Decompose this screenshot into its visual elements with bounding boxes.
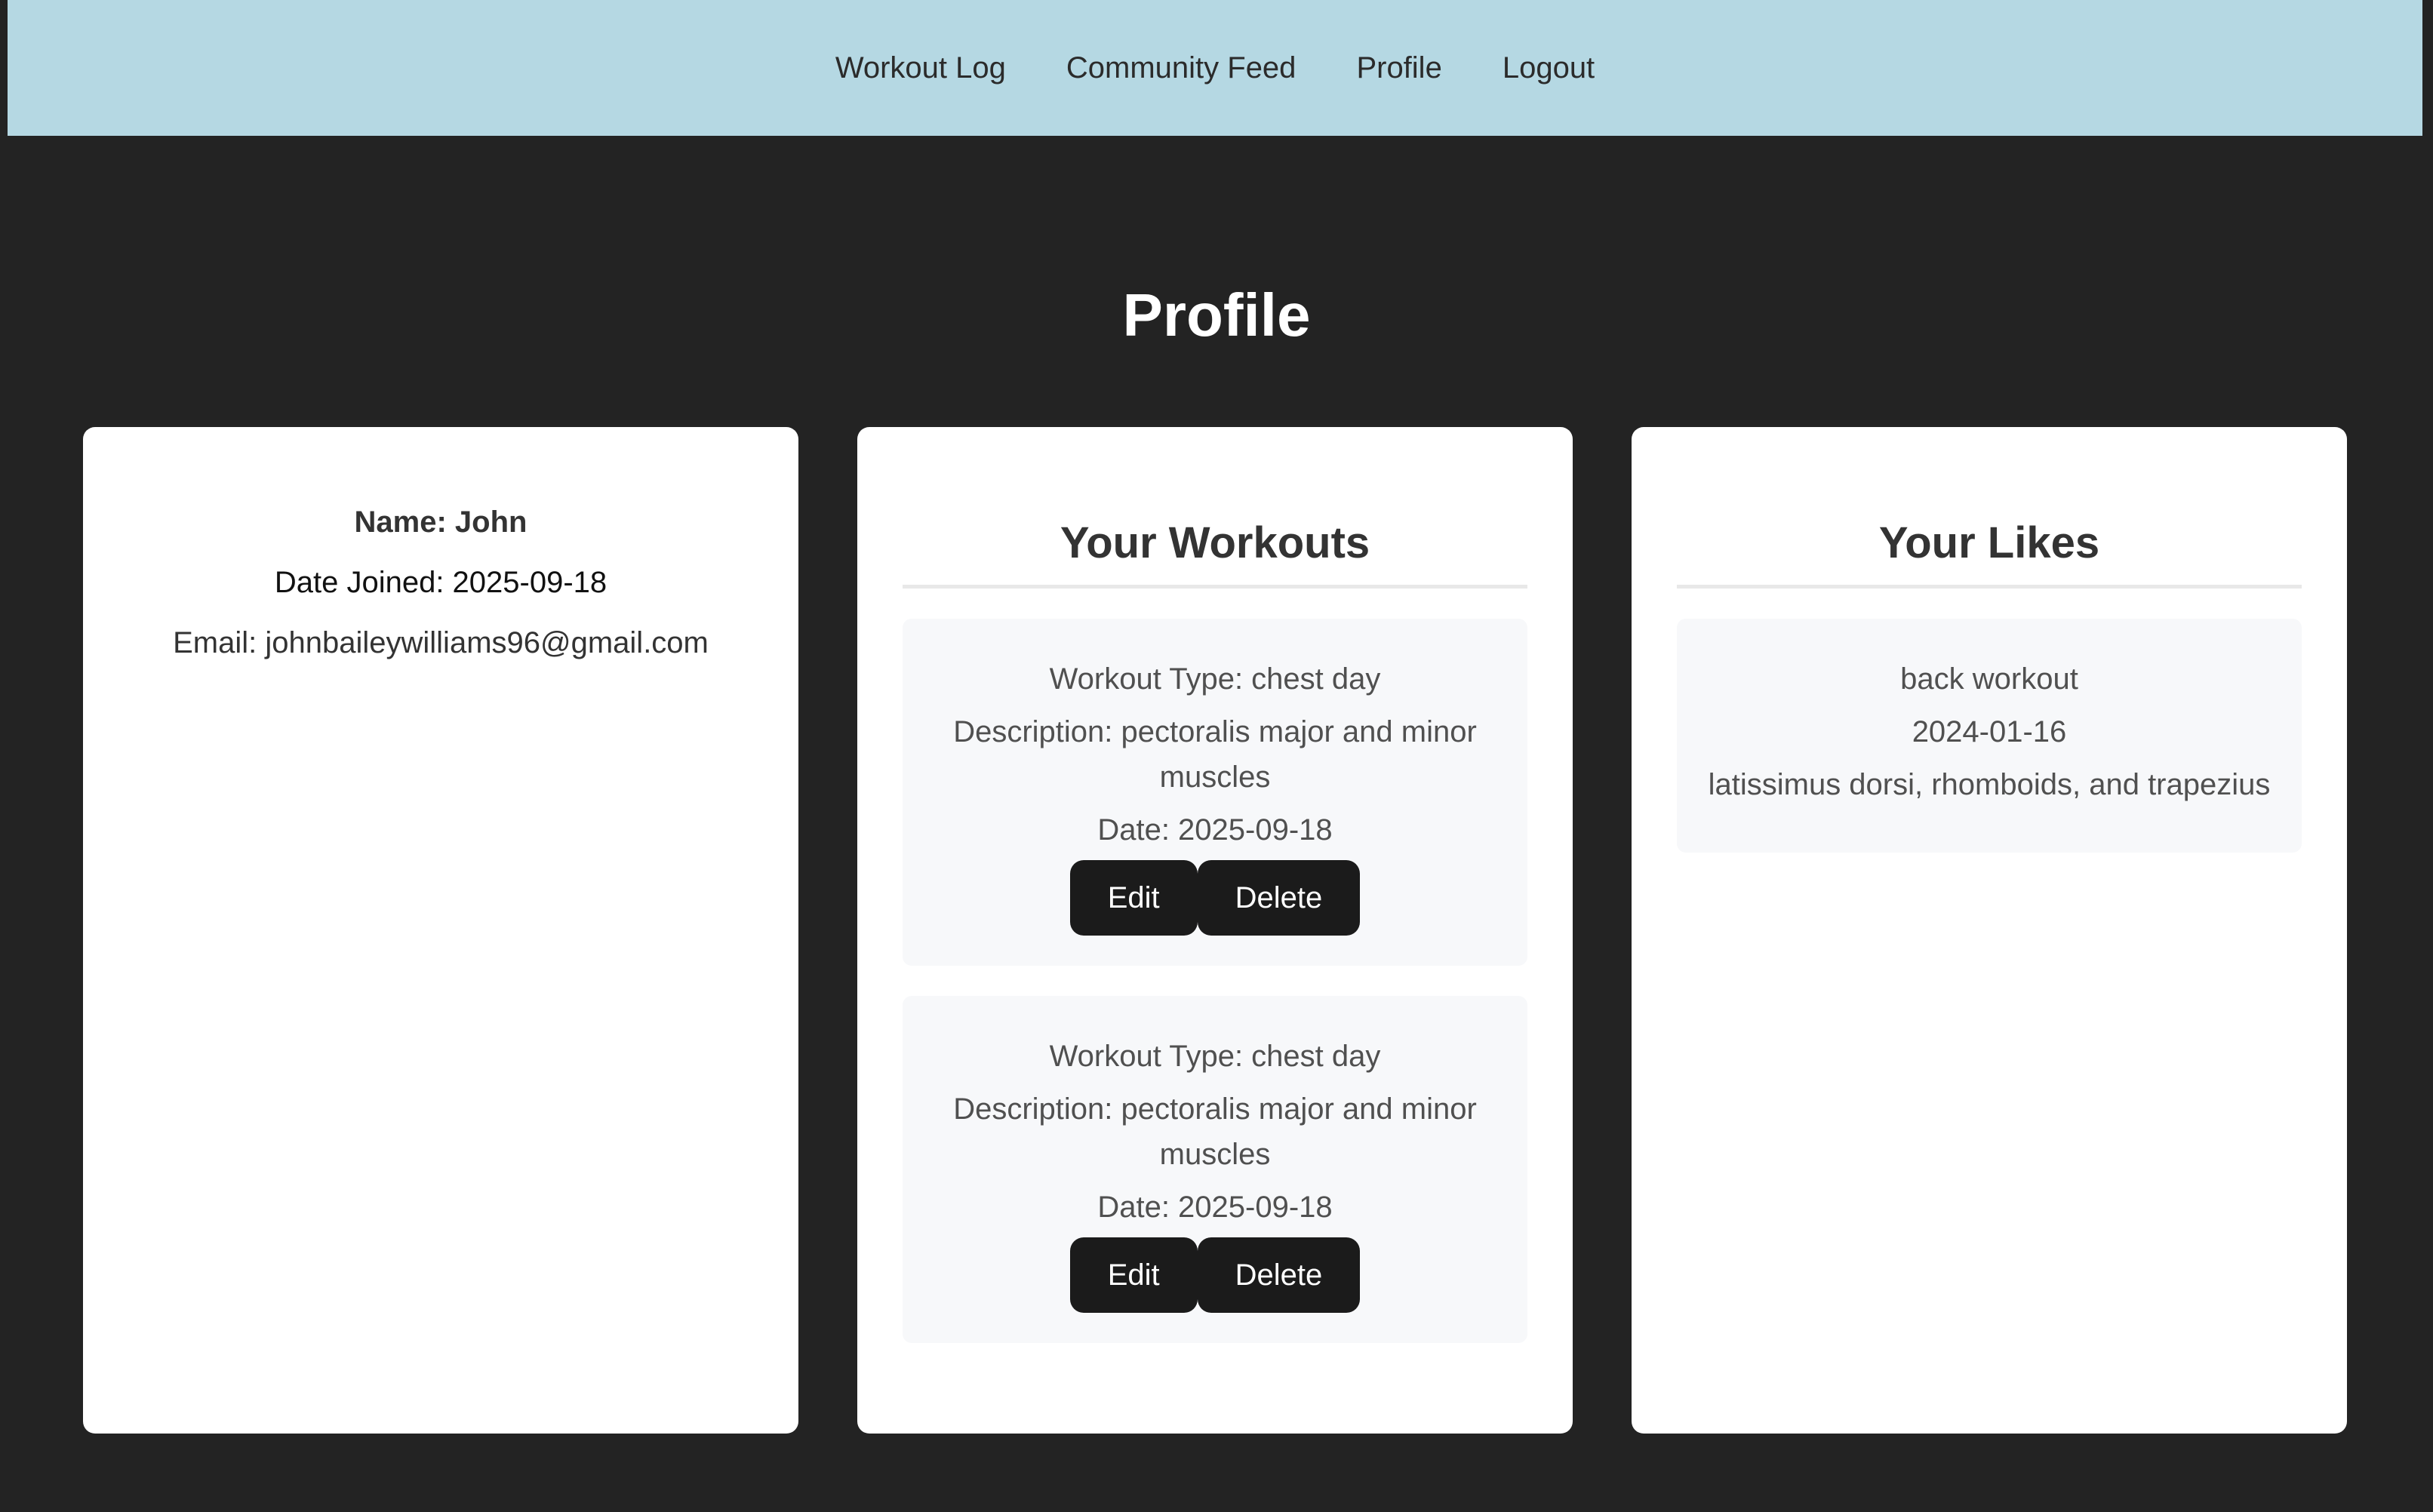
- page-title: Profile: [1122, 281, 1311, 349]
- delete-workout-button[interactable]: Delete: [1197, 860, 1361, 936]
- edit-workout-button[interactable]: Edit: [1069, 860, 1198, 936]
- likes-heading: Your Likes: [1677, 518, 2302, 589]
- like-date: 2024-01-16: [1912, 715, 2067, 748]
- profile-info: Name: John Date Joined: 2025-09-18 Email…: [83, 427, 798, 673]
- workout-item: Workout Type: chest day Description: pec…: [903, 619, 1527, 966]
- edit-workout-button[interactable]: Edit: [1069, 1237, 1198, 1313]
- nav-workout-log-link[interactable]: Workout Log: [835, 51, 1006, 85]
- workout-date: Date: 2025-09-18: [1097, 813, 1333, 847]
- likes-card: Your Likes back workout 2024-01-16 latis…: [1632, 427, 2347, 1434]
- workout-date: Date: 2025-09-18: [1097, 1191, 1333, 1224]
- like-description: latissimus dorsi, rhomboids, and trapezi…: [1708, 768, 2271, 801]
- profile-info-card: Name: John Date Joined: 2025-09-18 Email…: [83, 427, 798, 1434]
- top-navbar: Workout Log Community Feed Profile Logou…: [8, 0, 2422, 136]
- workout-item: Workout Type: chest day Description: pec…: [903, 996, 1527, 1343]
- workout-description: Description: pectoralis major and minor …: [953, 1093, 1477, 1171]
- delete-workout-button[interactable]: Delete: [1197, 1237, 1361, 1313]
- like-title: back workout: [1900, 662, 2078, 696]
- workout-actions: Edit Delete: [933, 1237, 1497, 1313]
- nav-community-feed-link[interactable]: Community Feed: [1066, 51, 1296, 85]
- workouts-list: Workout Type: chest day Description: pec…: [903, 619, 1527, 1343]
- profile-date-joined: Date Joined: 2025-09-18: [274, 566, 607, 599]
- page: Workout Log Community Feed Profile Logou…: [0, 0, 2433, 1512]
- workout-actions: Edit Delete: [933, 860, 1497, 936]
- like-item: back workout 2024-01-16 latissimus dorsi…: [1677, 619, 2302, 853]
- nav-logout-link[interactable]: Logout: [1503, 51, 1595, 85]
- workout-type: Workout Type: chest day: [1049, 1040, 1381, 1073]
- likes-list: back workout 2024-01-16 latissimus dorsi…: [1677, 619, 2302, 853]
- workouts-card: Your Workouts Workout Type: chest day De…: [857, 427, 1573, 1434]
- workout-description: Description: pectoralis major and minor …: [953, 715, 1477, 794]
- workout-type: Workout Type: chest day: [1049, 662, 1381, 696]
- profile-email: Email: johnbaileywilliams96@gmail.com: [173, 626, 709, 659]
- nav-profile-link[interactable]: Profile: [1356, 51, 1441, 85]
- workouts-heading: Your Workouts: [903, 518, 1527, 589]
- profile-name: Name: John: [354, 506, 528, 539]
